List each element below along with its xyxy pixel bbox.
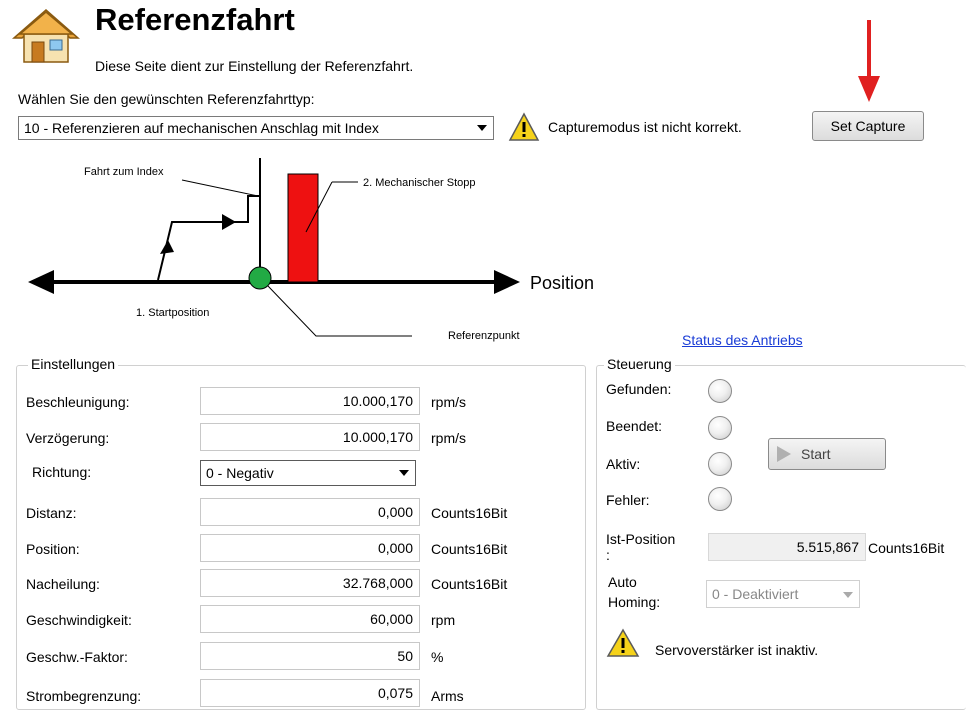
actual-position-label-2: : bbox=[606, 547, 610, 563]
settings-legend: Einstellungen bbox=[28, 356, 119, 372]
lag-field[interactable]: 32.768,000 bbox=[200, 569, 420, 597]
capture-warning-text: Capturemodus ist nicht korrekt. bbox=[548, 119, 742, 135]
chevron-down-icon bbox=[399, 470, 409, 476]
type-prompt: Wählen Sie den gewünschten Referenzfahrt… bbox=[18, 91, 315, 107]
actual-position-field: 5.515,867 bbox=[708, 533, 866, 561]
speed-factor-field[interactable]: 50 bbox=[200, 642, 420, 670]
current-limit-field[interactable]: 0,075 bbox=[200, 679, 420, 707]
chevron-down-icon bbox=[477, 125, 487, 131]
actual-position-label-1: Ist-Position bbox=[606, 531, 676, 547]
current-limit-label: Strombegrenzung: bbox=[26, 688, 142, 704]
direction-value: 0 - Negativ bbox=[206, 465, 274, 481]
diagram-label-start: 1. Startposition bbox=[136, 307, 210, 319]
annotation-arrow bbox=[856, 20, 882, 104]
speed-factor-label: Geschw.-Faktor: bbox=[26, 649, 128, 665]
speed-label: Geschwindigkeit: bbox=[26, 612, 132, 628]
start-label: Start bbox=[801, 446, 831, 462]
play-icon bbox=[777, 446, 791, 462]
deceleration-label: Verzögerung: bbox=[26, 430, 110, 446]
drive-status-link[interactable]: Status des Antriebs bbox=[682, 332, 803, 348]
servo-warning-text: Servoverstärker ist inaktiv. bbox=[655, 642, 819, 658]
diagram-label-ref: Referenzpunkt bbox=[448, 330, 520, 342]
acceleration-unit: rpm/s bbox=[431, 394, 466, 410]
diagram-label-stop: 2. Mechanischer Stopp bbox=[363, 177, 476, 189]
warning-icon bbox=[508, 112, 540, 142]
auto-homing-value: 0 - Deaktiviert bbox=[712, 586, 799, 602]
distance-field[interactable]: 0,000 bbox=[200, 498, 420, 526]
speed-factor-unit: % bbox=[431, 649, 444, 665]
start-button[interactable]: Start bbox=[768, 438, 886, 470]
current-limit-unit: Arms bbox=[431, 688, 464, 704]
position-label: Position: bbox=[26, 541, 80, 557]
finished-indicator bbox=[708, 416, 732, 440]
distance-unit: Counts16Bit bbox=[431, 505, 508, 521]
homing-type-select[interactable]: 10 - Referenzieren auf mechanischen Ansc… bbox=[18, 116, 494, 140]
deceleration-field[interactable]: 10.000,170 bbox=[200, 423, 420, 451]
actual-position-unit: Counts16Bit bbox=[868, 540, 945, 556]
error-indicator bbox=[708, 487, 732, 511]
lag-label: Nacheilung: bbox=[26, 576, 100, 592]
position-field[interactable]: 0,000 bbox=[200, 534, 420, 562]
diagram-label-position: Position bbox=[530, 273, 595, 293]
homing-diagram bbox=[20, 150, 620, 350]
active-label: Aktiv: bbox=[606, 456, 641, 472]
direction-label: Richtung: bbox=[32, 464, 92, 480]
page-subtitle: Diese Seite dient zur Einstellung der Re… bbox=[95, 58, 414, 74]
acceleration-label: Beschleunigung: bbox=[26, 394, 130, 410]
found-label: Gefunden: bbox=[606, 381, 672, 397]
acceleration-field[interactable]: 10.000,170 bbox=[200, 387, 420, 415]
distance-label: Distanz: bbox=[26, 505, 77, 521]
diagram-label-index: Fahrt zum Index bbox=[84, 166, 164, 178]
control-legend: Steuerung bbox=[604, 356, 675, 372]
finished-label: Beendet: bbox=[606, 418, 663, 434]
deceleration-unit: rpm/s bbox=[431, 430, 466, 446]
found-indicator bbox=[708, 379, 732, 403]
home-icon bbox=[6, 6, 86, 66]
chevron-down-icon bbox=[843, 592, 853, 598]
lag-unit: Counts16Bit bbox=[431, 576, 508, 592]
direction-select[interactable]: 0 - Negativ bbox=[200, 460, 416, 486]
speed-field[interactable]: 60,000 bbox=[200, 605, 420, 633]
servo-warning-icon bbox=[606, 628, 640, 658]
auto-homing-select[interactable]: 0 - Deaktiviert bbox=[706, 580, 860, 608]
page-title: Referenzfahrt bbox=[95, 2, 295, 37]
position-unit: Counts16Bit bbox=[431, 541, 508, 557]
active-indicator bbox=[708, 452, 732, 476]
homing-type-value: 10 - Referenzieren auf mechanischen Ansc… bbox=[24, 120, 379, 136]
auto-homing-label-2: Homing: bbox=[608, 594, 661, 610]
set-capture-button[interactable]: Set Capture bbox=[812, 111, 924, 141]
error-label: Fehler: bbox=[606, 492, 650, 508]
auto-homing-label-1: Auto bbox=[608, 574, 637, 590]
speed-unit: rpm bbox=[431, 612, 456, 628]
